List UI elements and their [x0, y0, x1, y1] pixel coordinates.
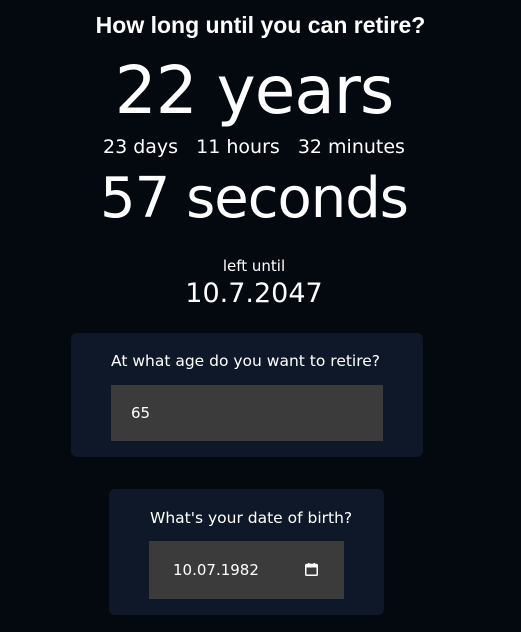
calendar-icon[interactable]	[305, 563, 318, 576]
date-of-birth-input[interactable]: 10.07.1982	[149, 541, 344, 599]
years-remaining: 22 years	[114, 52, 395, 129]
seconds-remaining: 57 seconds	[100, 166, 409, 231]
retirement-countdown-page: How long until you can retire? 22 years …	[0, 0, 521, 632]
retirement-age-card: At what age do you want to retire?	[71, 333, 423, 457]
days-remaining: 23 days	[103, 136, 179, 158]
left-until-label: left until	[222, 257, 286, 275]
hours-remaining: 11 hours	[196, 136, 280, 158]
date-of-birth-card: What's your date of birth? 10.07.1982	[109, 489, 384, 615]
retirement-age-label: At what age do you want to retire?	[111, 352, 381, 370]
minutes-remaining: 32 minutes	[297, 136, 405, 158]
page-title: How long until you can retire?	[95, 12, 426, 38]
retirement-date: 10.7.2047	[185, 278, 323, 309]
countdown-detail-row: 23 days 11 hours 32 minutes	[0, 136, 508, 158]
date-of-birth-value: 10.07.1982	[173, 561, 259, 579]
retirement-age-input[interactable]	[111, 385, 383, 441]
date-of-birth-label: What's your date of birth?	[150, 509, 353, 527]
